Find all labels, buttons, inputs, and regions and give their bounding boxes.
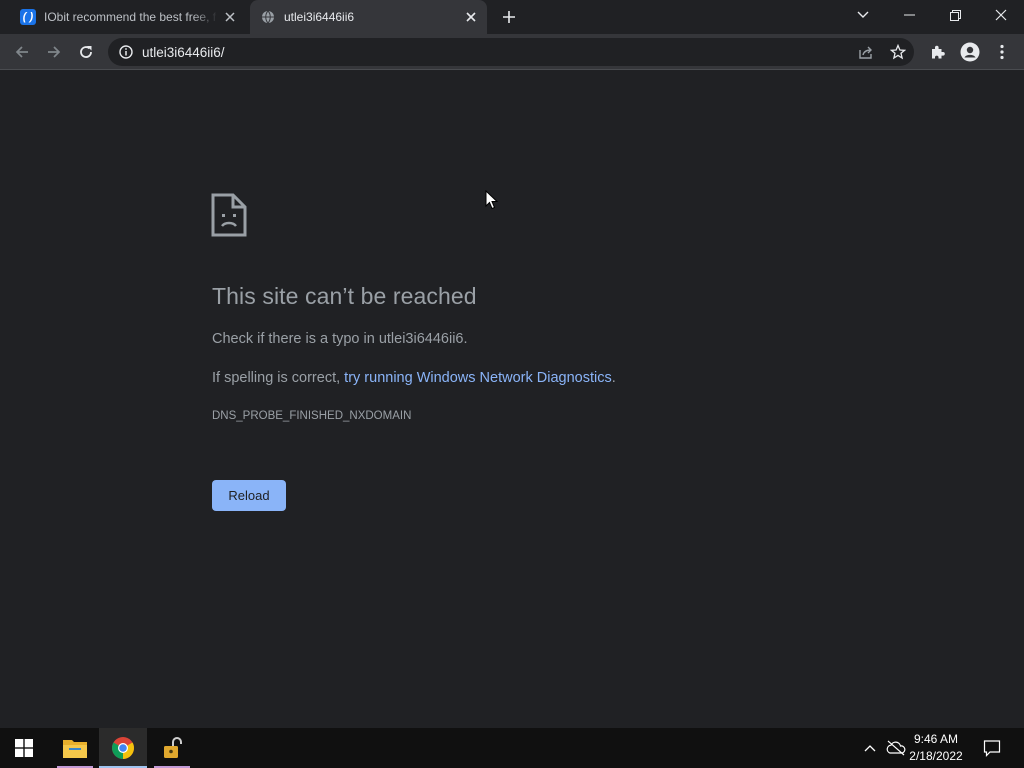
network-disconnected-icon[interactable] — [884, 728, 908, 768]
extensions-icon[interactable] — [924, 38, 952, 66]
lock-app-icon[interactable] — [148, 728, 196, 768]
menu-kebab-icon[interactable] — [988, 38, 1016, 66]
url-text: utlei3i6446ii6/ — [142, 44, 225, 60]
error-code: DNS_PROBE_FINISHED_NXDOMAIN — [212, 410, 412, 422]
start-button[interactable] — [0, 728, 48, 768]
iobit-icon: ( ) — [20, 9, 36, 25]
tab-strip: ( ) IObit recommend the best free, f utl… — [0, 0, 1024, 34]
close-window-button[interactable] — [978, 0, 1024, 30]
spelling-hint: If spelling is correct, try running Wind… — [212, 370, 616, 386]
reload-button[interactable]: Reload — [212, 480, 286, 511]
tab-utlei[interactable]: utlei3i6446ii6 — [250, 0, 487, 34]
sad-page-icon — [211, 193, 247, 237]
bookmark-star-icon[interactable] — [884, 38, 912, 66]
windows-taskbar: 9:46 AM 2/18/2022 — [0, 728, 1024, 768]
chrome-icon[interactable] — [99, 728, 147, 768]
spelling-suffix: . — [611, 370, 616, 386]
forward-button[interactable] — [40, 38, 68, 66]
share-icon[interactable] — [852, 38, 880, 66]
clock-date: 2/18/2022 — [909, 749, 963, 763]
network-diagnostics-link[interactable]: try running Windows Network Diagnostics — [344, 370, 612, 386]
browser-toolbar: utlei3i6446ii6/ — [0, 34, 1024, 70]
info-icon[interactable] — [118, 44, 134, 60]
typo-hint: Check if there is a typo in utlei3i6446i… — [212, 331, 468, 347]
error-title: This site can’t be reached — [212, 283, 477, 309]
minimize-button[interactable] — [886, 0, 932, 30]
close-icon[interactable] — [463, 9, 479, 25]
globe-icon — [260, 9, 276, 25]
notifications-icon[interactable] — [978, 728, 1006, 768]
restore-button[interactable] — [932, 0, 978, 30]
address-bar[interactable]: utlei3i6446ii6/ — [108, 38, 914, 66]
close-icon[interactable] — [222, 9, 238, 25]
clock-time: 9:46 AM — [913, 732, 959, 746]
tab-title: IObit recommend the best free, f — [44, 10, 217, 24]
tab-search-button[interactable] — [840, 0, 886, 30]
profile-icon[interactable] — [956, 38, 984, 66]
spelling-prefix: If spelling is correct, — [212, 370, 345, 386]
back-button[interactable] — [8, 38, 36, 66]
mouse-cursor-icon — [485, 189, 499, 210]
file-explorer-icon[interactable] — [51, 728, 99, 768]
error-page: This site can’t be reached Check if ther… — [0, 71, 1024, 728]
new-tab-button[interactable] — [498, 6, 520, 28]
show-hidden-icons-chevron-icon[interactable] — [860, 728, 880, 768]
tab-title: utlei3i6446ii6 — [284, 10, 355, 24]
system-clock[interactable]: 9:46 AM 2/18/2022 — [906, 731, 966, 765]
reload-icon-button[interactable] — [72, 38, 100, 66]
tab-iobit[interactable]: ( ) IObit recommend the best free, f — [10, 0, 246, 34]
